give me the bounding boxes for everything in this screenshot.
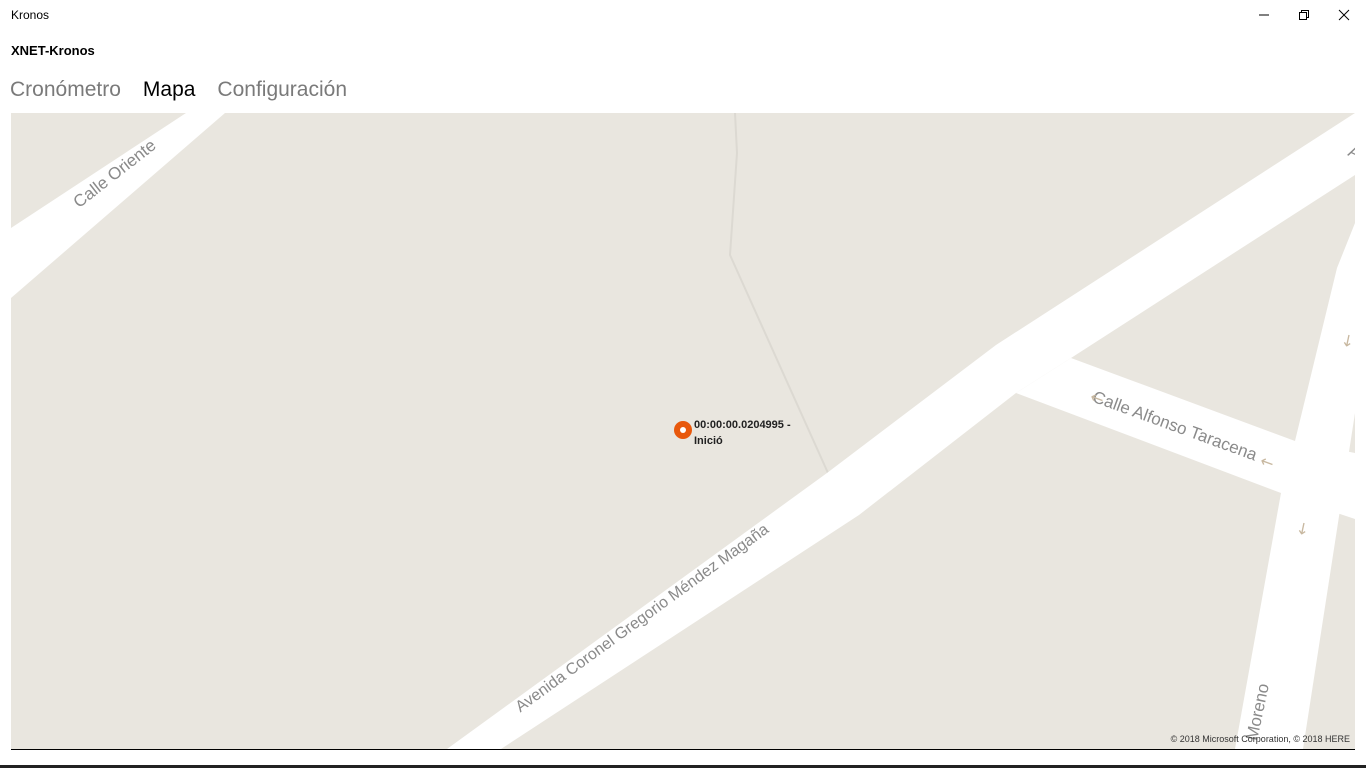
street-moreno bbox=[1235, 223, 1355, 749]
minimize-icon bbox=[1259, 14, 1269, 16]
close-icon bbox=[1338, 9, 1350, 21]
pin-label: 00:00:00.0204995 - Inició bbox=[694, 417, 791, 449]
location-pin-icon[interactable] bbox=[674, 421, 692, 439]
tab-mapa[interactable]: Mapa bbox=[143, 78, 196, 108]
tab-cronometro[interactable]: Cronómetro bbox=[10, 78, 121, 108]
app-header-title: XNET-Kronos bbox=[11, 43, 95, 58]
window-title: Kronos bbox=[11, 8, 50, 22]
map-copyright: © 2018 Microsoft Corporation, © 2018 HER… bbox=[1170, 734, 1350, 744]
map-bottom-border bbox=[11, 749, 1355, 750]
label-avenida-coronel: Avenida Coronel Gregorio Méndez Magaña bbox=[513, 521, 773, 716]
map-view[interactable]: Calle Oriente Calle Alfonso Taracena Ave… bbox=[11, 113, 1355, 749]
pin-label-status: Inició bbox=[694, 435, 723, 447]
oneway-arrow-down-1: ↓ bbox=[1339, 330, 1355, 351]
tab-configuracion[interactable]: Configuración bbox=[217, 78, 347, 108]
pivot-tabs: Cronómetro Mapa Configuración bbox=[10, 78, 369, 108]
street-calle-oriente bbox=[11, 113, 225, 298]
pin-label-time: 00:00:00.0204995 - bbox=[694, 419, 791, 431]
restore-icon bbox=[1299, 10, 1309, 20]
close-button[interactable] bbox=[1321, 0, 1366, 30]
title-bar: Kronos bbox=[0, 0, 1366, 30]
